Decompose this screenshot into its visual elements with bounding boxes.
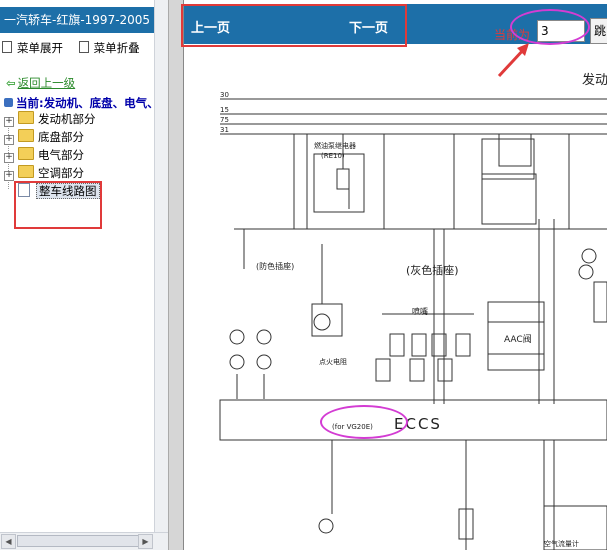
relay-code-label: (RE10) xyxy=(321,152,345,160)
panel-title: 一汽轿车-红旗-1997-2005 xyxy=(0,7,155,33)
expand-toggle-icon[interactable]: + xyxy=(4,135,14,145)
expand-toggle-icon[interactable]: + xyxy=(4,171,14,181)
aac-label: AAC阀 xyxy=(504,334,532,345)
bus-label: 75 xyxy=(220,116,229,124)
panel-divider[interactable] xyxy=(168,0,184,550)
current-location: 当前:发动机、底盘、电气、空调 xyxy=(4,95,168,111)
folder-icon xyxy=(18,111,34,124)
expand-toggle-icon[interactable]: + xyxy=(4,153,14,163)
highlight-box xyxy=(14,181,102,229)
tree-item-chassis[interactable]: + 底盘部分 xyxy=(4,129,84,146)
tree-item-label: 电气部分 xyxy=(38,148,84,162)
tree-item-electrical[interactable]: + 电气部分 xyxy=(4,147,84,164)
bus-label: 30 xyxy=(220,91,229,99)
engine-header-label: 发动机 xyxy=(582,72,607,88)
tree-item-engine[interactable]: + 发动机部分 xyxy=(4,111,96,128)
diagram-panel: 30 15 75 31 燃油泵继电器 (RE10) (防色插座) 点火电阻 喷嘴… xyxy=(184,0,607,550)
relay-label: 燃油泵继电器 xyxy=(314,141,356,150)
expand-menu-button[interactable]: 菜单展开 xyxy=(2,41,63,55)
tree-item-label: 发动机部分 xyxy=(38,112,96,126)
bus-label: 15 xyxy=(220,106,229,114)
go-button[interactable]: 跳 xyxy=(590,18,607,44)
tree-item-label: 空调部分 xyxy=(38,166,84,180)
menu-toolbar: 菜单展开 菜单折叠 xyxy=(2,40,152,56)
wiring-diagram: 30 15 75 31 燃油泵继电器 (RE10) (防色插座) 点火电阻 喷嘴… xyxy=(184,44,607,550)
scroll-left-icon[interactable]: ◀ xyxy=(1,534,16,549)
horizontal-scrollbar[interactable]: ◀ ▶ xyxy=(0,532,168,550)
fuse-label: (防色插座) xyxy=(256,261,294,271)
gray-connector-label: (灰色插座) xyxy=(406,263,459,277)
expand-icon xyxy=(2,41,12,53)
bus-label: 31 xyxy=(220,126,229,134)
injector-label: 喷嘴 xyxy=(412,306,428,316)
current-label: 当前:发动机、底盘、电气、空调 xyxy=(16,96,168,110)
scroll-thumb[interactable] xyxy=(17,535,139,547)
collapse-label: 菜单折叠 xyxy=(93,41,140,55)
collapse-icon xyxy=(78,41,89,53)
collapse-menu-button[interactable]: 菜单折叠 xyxy=(78,41,140,55)
back-link[interactable]: ⇦ 返回上一级 xyxy=(6,75,75,91)
back-arrow-icon: ⇦ xyxy=(6,76,16,90)
back-label: 返回上一级 xyxy=(17,76,76,90)
highlight-ellipse xyxy=(320,405,408,439)
folder-icon xyxy=(18,129,34,142)
folder-icon xyxy=(18,165,34,178)
computer-icon xyxy=(4,98,13,107)
folder-icon xyxy=(18,147,34,160)
expand-toggle-icon[interactable]: + xyxy=(4,117,14,127)
scroll-right-icon[interactable]: ▶ xyxy=(138,534,153,549)
tree-item-aircon[interactable]: + 空调部分 xyxy=(4,165,84,182)
resistor-label: 点火电阻 xyxy=(319,357,347,366)
annotation-arrow-icon xyxy=(497,43,529,78)
tree-item-label: 底盘部分 xyxy=(38,130,84,144)
aircon-label: 空气流量计 xyxy=(544,539,579,548)
wiring-diagram-svg: 30 15 75 31 燃油泵继电器 (RE10) (防色插座) 点火电阻 喷嘴… xyxy=(219,72,607,550)
expand-label: 菜单展开 xyxy=(17,41,63,55)
highlight-box xyxy=(181,4,407,47)
vertical-scrollbar[interactable] xyxy=(154,0,168,533)
tree-panel: 一汽轿车-红旗-1997-2005 菜单展开 菜单折叠 ⇦ 返回上一级 当前:发动… xyxy=(0,0,168,550)
